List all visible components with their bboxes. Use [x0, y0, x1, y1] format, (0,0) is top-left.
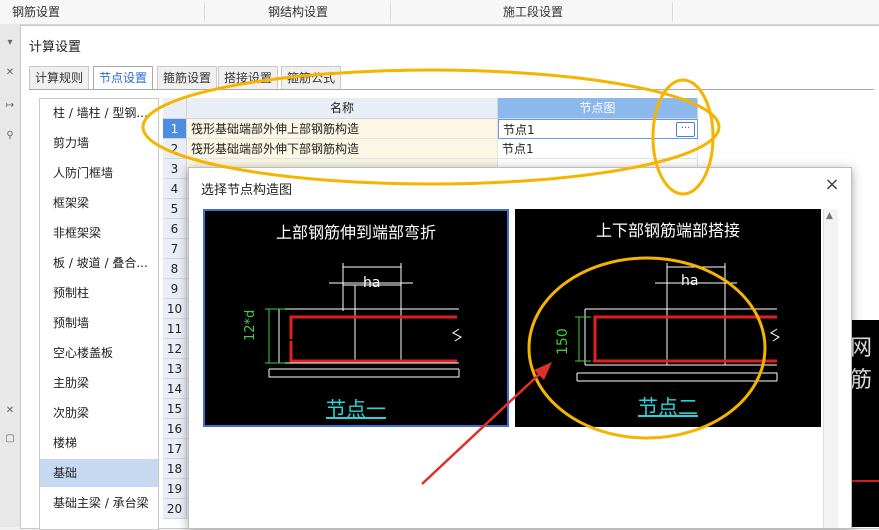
row-number[interactable]: 18 — [163, 459, 187, 479]
divider — [672, 2, 673, 22]
row-number[interactable]: 9 — [163, 279, 187, 299]
category-item-non-frame-beam[interactable]: 非框架梁 — [40, 219, 158, 247]
tab-calc-rules[interactable]: 计算规则 — [29, 66, 90, 89]
category-item-civil-defense-door[interactable]: 人防门框墙 — [40, 159, 158, 187]
grid-corner — [163, 98, 187, 119]
window-title: 计算设置 — [29, 40, 82, 55]
background-toolbar-strip: ▾ ✕ ↦ ⚲ ✕ ▢ — [0, 24, 21, 527]
category-item-column[interactable]: 柱 / 墙柱 / 型钢... — [40, 99, 158, 127]
top-tab-rebar[interactable]: 钢筋设置 — [12, 0, 60, 24]
column-header-name[interactable]: 名称 — [187, 98, 498, 119]
category-item-stairs[interactable]: 楼梯 — [40, 429, 158, 457]
select-node-dialog: 选择节点构造图 × 上部钢筋伸到端部弯折 12*d ha 节点一 上下部钢筋端部… — [188, 167, 852, 529]
node-option-1[interactable]: 上部钢筋伸到端部弯折 12*d ha 节点一 — [203, 209, 509, 427]
settings-top-bar: 钢筋设置 钢结构设置 施工段设置 — [0, 0, 879, 25]
tab-node-settings[interactable]: 节点设置 — [93, 66, 154, 90]
table-cell-node[interactable]: 节点1 — [498, 119, 698, 139]
scroll-up-icon[interactable]: ▲ — [826, 211, 833, 221]
row-number[interactable]: 20 — [163, 499, 187, 519]
node-preview-strip: 网筋 — [850, 320, 879, 527]
row-number[interactable]: 16 — [163, 419, 187, 439]
divider — [204, 2, 205, 22]
tab-stirrup-settings[interactable]: 箍筋设置 — [157, 66, 218, 89]
row-number[interactable]: 12 — [163, 339, 187, 359]
table-cell-name[interactable]: 筏形基础端部外伸上部钢筋构造 — [187, 119, 498, 139]
table-cell-name[interactable]: 筏形基础端部外伸下部钢筋构造 — [187, 139, 498, 159]
dialog-scrollbar[interactable]: ▲ — [823, 209, 838, 528]
search-icon[interactable]: ⚲ — [3, 129, 17, 143]
category-item-hollow-slab[interactable]: 空心楼盖板 — [40, 339, 158, 367]
row-number[interactable]: 4 — [163, 179, 187, 199]
column-header-node[interactable]: 节点图 — [498, 98, 698, 119]
row-number[interactable]: 15 — [163, 399, 187, 419]
category-item-shear-wall[interactable]: 剪力墙 — [40, 129, 158, 157]
node-caption: 节点二 — [638, 395, 698, 419]
preview-rebar-line — [850, 480, 879, 482]
category-item-main-rib-beam[interactable]: 主肋梁 — [40, 369, 158, 397]
row-number[interactable]: 6 — [163, 219, 187, 239]
row-number[interactable]: 8 — [163, 259, 187, 279]
row-number[interactable]: 10 — [163, 299, 187, 319]
top-tab-construction[interactable]: 施工段设置 — [503, 0, 563, 24]
row-number[interactable]: 1 — [163, 119, 187, 139]
node-option-2[interactable]: 上下部钢筋端部搭接 150 ha 节点二 — [515, 209, 821, 427]
category-item-frame-beam[interactable]: 框架梁 — [40, 189, 158, 217]
top-tab-steel[interactable]: 钢结构设置 — [268, 0, 328, 24]
row-number[interactable]: 7 — [163, 239, 187, 259]
row-number[interactable]: 13 — [163, 359, 187, 379]
row-number[interactable]: 2 — [163, 139, 187, 159]
dialog-title: 选择节点构造图 — [201, 183, 293, 198]
close-icon[interactable]: ✕ — [3, 66, 17, 80]
preview-text: 网筋 — [850, 336, 873, 393]
row-number[interactable]: 5 — [163, 199, 187, 219]
panel-icon[interactable]: ▢ — [3, 432, 17, 446]
tab-lap-settings[interactable]: 搭接设置 — [218, 66, 279, 89]
ha-label: ha — [363, 275, 381, 291]
row-number[interactable]: 11 — [163, 319, 187, 339]
node-caption: 节点一 — [326, 397, 386, 421]
table-cell-node[interactable]: 节点1 — [498, 139, 698, 159]
close-icon[interactable]: ✕ — [3, 404, 17, 418]
dim-label: 12*d — [243, 309, 258, 341]
category-item-foundation[interactable]: 基础 — [40, 459, 158, 487]
chevron-down-icon[interactable]: ▾ — [3, 36, 17, 50]
category-item-slab[interactable]: 板 / 坡道 / 叠合... — [40, 249, 158, 277]
category-item-precast-column[interactable]: 预制柱 — [40, 279, 158, 307]
expand-icon[interactable]: ↦ — [3, 99, 17, 113]
row-number[interactable]: 14 — [163, 379, 187, 399]
ellipsis-button[interactable]: ··· — [676, 122, 695, 137]
dim-label: 150 — [555, 328, 571, 355]
category-list: 柱 / 墙柱 / 型钢... 剪力墙 人防门框墙 框架梁 非框架梁 板 / 坡道… — [39, 98, 159, 530]
close-icon[interactable]: × — [823, 176, 841, 194]
row-number[interactable]: 19 — [163, 479, 187, 499]
divider — [390, 2, 391, 22]
category-item-precast-wall[interactable]: 预制墙 — [40, 309, 158, 337]
category-item-foundation-beam[interactable]: 基础主梁 / 承台梁 — [40, 489, 158, 517]
row-number[interactable]: 3 — [163, 159, 187, 179]
row-number[interactable]: 17 — [163, 439, 187, 459]
tab-underline — [29, 89, 874, 90]
category-item-secondary-rib-beam[interactable]: 次肋梁 — [40, 399, 158, 427]
ha-label: ha — [681, 273, 699, 289]
tab-stirrup-formula[interactable]: 箍筋公式 — [281, 66, 342, 89]
